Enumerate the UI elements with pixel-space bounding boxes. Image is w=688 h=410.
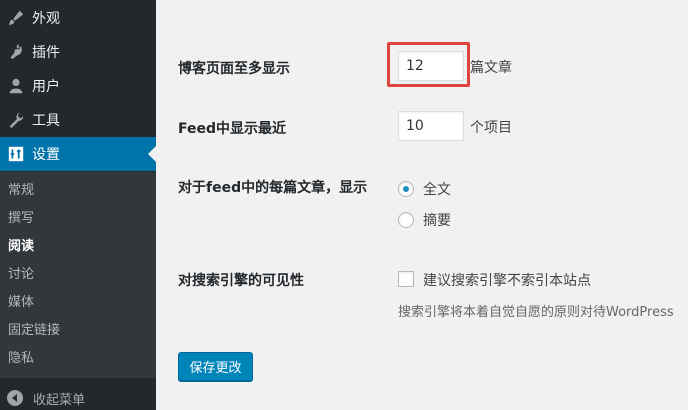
search-visibility-label: 对搜索引擎的可见性 — [178, 273, 304, 289]
user-icon — [6, 76, 26, 96]
summary-label: 摘要 — [423, 213, 451, 229]
settings-main: 博客页面至多显示 12 篇文章 Feed中显示最近 10 个项目 对于feed中… — [156, 0, 688, 410]
feed-count-input[interactable]: 10 — [398, 111, 464, 141]
submenu-item-media[interactable]: 媒体 — [8, 293, 34, 313]
menu-item-settings[interactable]: 设置 — [0, 137, 156, 171]
full-text-label: 全文 — [423, 182, 451, 198]
collapse-label: 收起菜单 — [33, 392, 86, 408]
summary-radio[interactable] — [398, 212, 414, 228]
feed-content-label: 对于feed中的每篇文章，显示 — [178, 180, 368, 196]
menu-item-users[interactable]: 用户 — [0, 69, 156, 103]
posts-per-page-suffix: 篇文章 — [470, 60, 512, 76]
feed-count-label: Feed中显示最近 — [178, 121, 287, 137]
menu-label: 外观 — [32, 11, 60, 27]
posts-per-page-label: 博客页面至多显示 — [178, 61, 290, 77]
search-visibility-description: 搜索引擎将本着自觉自愿的原则对待WordPress — [398, 305, 674, 320]
settings-icon — [6, 144, 26, 164]
menu-label: 插件 — [32, 45, 60, 61]
full-text-radio[interactable] — [398, 181, 414, 197]
submenu-item-reading[interactable]: 阅读 — [8, 237, 34, 257]
submenu-item-permalinks[interactable]: 固定链接 — [8, 321, 60, 341]
menu-item-appearance[interactable]: 外观 — [0, 1, 156, 35]
discourage-search-checkbox[interactable] — [398, 271, 414, 287]
admin-sidebar: 外观 插件 用户 工具 设置 常规 撰写 阅读 讨论 媒体 固定链接 隐私 收起… — [0, 0, 156, 410]
settings-submenu: 常规 撰写 阅读 讨论 媒体 固定链接 隐私 — [0, 172, 156, 378]
feed-count-suffix: 个项目 — [470, 120, 512, 136]
save-button[interactable]: 保存更改 — [178, 352, 253, 381]
menu-item-plugins[interactable]: 插件 — [0, 35, 156, 69]
collapse-arrow-icon — [7, 390, 23, 406]
wrench-icon — [6, 110, 26, 130]
menu-label: 用户 — [32, 79, 60, 95]
discourage-search-label: 建议搜索引擎不索引本站点 — [423, 273, 591, 289]
highlight-box — [387, 42, 470, 87]
submenu-item-writing[interactable]: 撰写 — [8, 209, 34, 229]
brush-icon — [6, 8, 26, 28]
menu-label: 工具 — [32, 113, 60, 129]
submenu-item-general[interactable]: 常规 — [8, 181, 34, 201]
collapse-menu-button[interactable]: 收起菜单 — [0, 386, 156, 410]
menu-item-tools[interactable]: 工具 — [0, 103, 156, 137]
menu-label: 设置 — [32, 147, 60, 163]
submenu-item-privacy[interactable]: 隐私 — [8, 349, 34, 369]
plugin-icon — [6, 42, 26, 62]
submenu-item-discussion[interactable]: 讨论 — [8, 265, 34, 285]
